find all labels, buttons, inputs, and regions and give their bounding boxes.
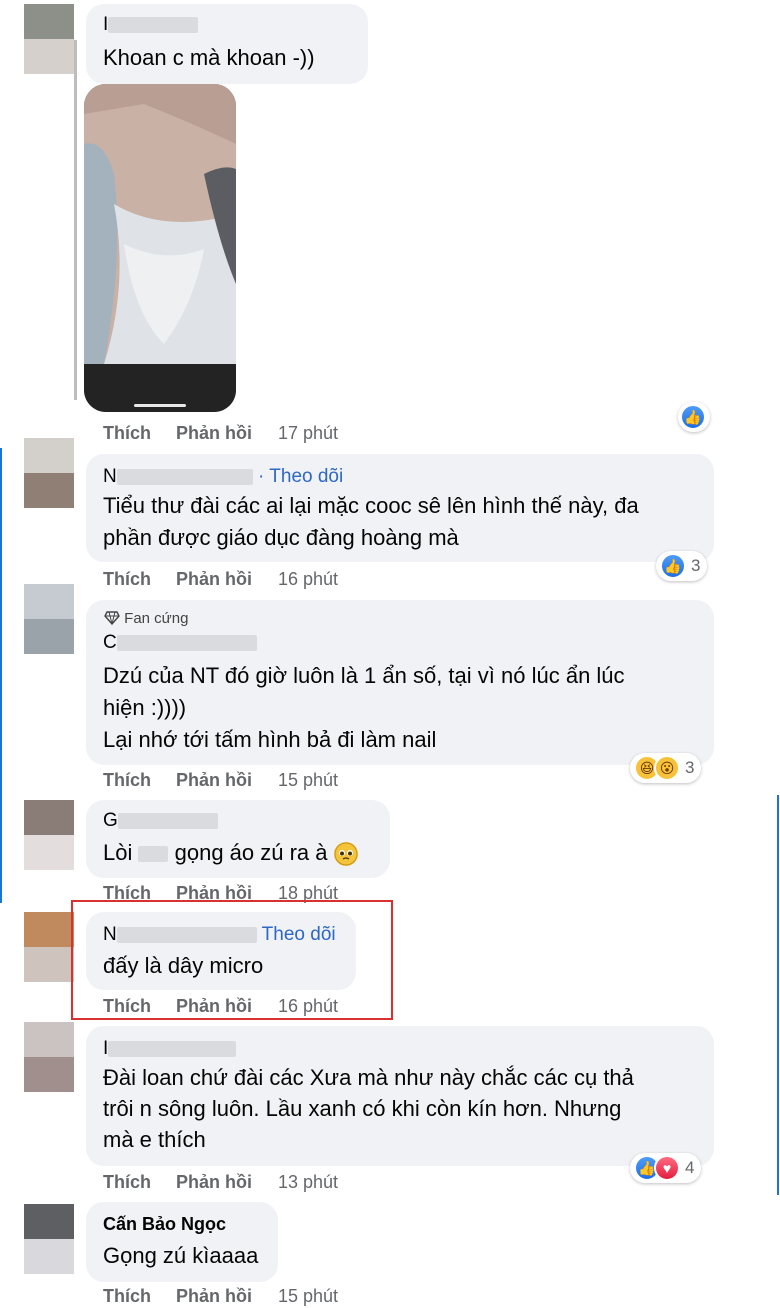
comment-text: Đài loan chứ đài các Xưa mà như này chắc… [103, 1065, 634, 1090]
comment-text: phần được giáo dục đàng hoàng mà [103, 525, 459, 550]
timestamp[interactable]: 17 phút [278, 423, 338, 444]
comment-text: Lòi gọng áo zú ra à [103, 837, 358, 869]
thumbs-up-icon: 👍 [680, 404, 706, 430]
surprised-face-icon: 😮 [654, 755, 680, 781]
comment-bubble: I Khoan c mà khoan -)) [86, 4, 368, 84]
reaction-count: 4 [685, 1158, 695, 1177]
reaction-summary[interactable]: 👍 3 [656, 551, 708, 581]
comment-text: mà e thích [103, 1127, 206, 1152]
comment-bubble: N · Theo dõi Tiểu thư đài các ai lại mặc… [86, 454, 714, 562]
redacted-name [116, 468, 253, 485]
comment-photo[interactable] [84, 84, 236, 412]
avatar[interactable] [24, 1204, 74, 1274]
redacted-name [116, 634, 257, 651]
avatar[interactable] [24, 1022, 74, 1092]
reply-link[interactable]: Phản hồi [176, 1172, 278, 1193]
avatar[interactable] [24, 4, 74, 74]
reaction-summary[interactable]: 👍 [678, 402, 710, 432]
like-link[interactable]: Thích [103, 1286, 176, 1307]
comment-text: Tiểu thư đài các ai lại mặc cooc sê lên … [103, 493, 639, 518]
reply-link[interactable]: Phản hồi [176, 1286, 278, 1307]
fan-badge: Fan cứng [104, 610, 188, 627]
comment-text: Gọng zú kìaaaa [103, 1243, 259, 1268]
comment-text: Lại nhớ tới tấm hình bả đi làm nail [103, 727, 437, 752]
redacted-name [108, 16, 199, 33]
reply-link[interactable]: Phản hồi [176, 423, 278, 444]
author-name[interactable]: G [103, 810, 218, 832]
reaction-summary[interactable]: 👍 ♥ 4 [630, 1153, 702, 1183]
heart-icon: ♥ [654, 1155, 680, 1181]
like-link[interactable]: Thích [103, 569, 176, 590]
author-name[interactable]: I [103, 14, 199, 36]
avatar[interactable] [24, 584, 74, 654]
like-link[interactable]: Thích [103, 770, 176, 791]
avatar[interactable] [24, 800, 74, 870]
reply-link[interactable]: Phản hồi [176, 569, 278, 590]
comment-bubble: Fan cứng C Dzú của NT đó giờ luôn là 1 ẩ… [86, 600, 714, 765]
like-link[interactable]: Thích [103, 1172, 176, 1193]
comment-actions: Thích Phản hồi 16 phút [103, 569, 338, 590]
photo-image [84, 84, 236, 412]
comment-actions: Thích Phản hồi 15 phút [103, 770, 338, 791]
highlight-box [71, 900, 393, 1020]
author-name[interactable]: Cấn Bảo Ngọc [103, 1214, 226, 1235]
timestamp[interactable]: 15 phút [278, 770, 338, 791]
left-accent-line [0, 448, 2, 903]
avatar[interactable] [24, 438, 74, 508]
timestamp[interactable]: 15 phút [278, 1286, 338, 1307]
comment-text: Dzú của NT đó giờ luôn là 1 ẩn số, tại v… [103, 663, 625, 688]
like-link[interactable]: Thích [103, 423, 176, 444]
reply-link[interactable]: Phản hồi [176, 770, 278, 791]
redacted-name [117, 812, 218, 829]
redacted-name [108, 1040, 237, 1057]
comment-bubble: Cấn Bảo Ngọc Gọng zú kìaaaa [86, 1202, 278, 1282]
diamond-icon [104, 611, 120, 626]
comment-bubble: G Lòi gọng áo zú ra à [86, 800, 390, 878]
right-accent-line [777, 795, 779, 1195]
reaction-count: 3 [685, 758, 695, 777]
comment-actions: Thích Phản hồi 17 phút [103, 423, 338, 444]
comment-text: Khoan c mà khoan -)) [103, 45, 315, 70]
comment-actions: Thích Phản hồi 13 phút [103, 1172, 338, 1193]
comment-text: trôi n sông luôn. Lầu xanh có khi còn kí… [103, 1096, 622, 1121]
avatar[interactable] [24, 912, 74, 982]
follow-link[interactable]: · Theo dõi [258, 466, 343, 487]
author-name[interactable]: C [103, 632, 257, 654]
thumbs-up-icon: 👍 [660, 553, 686, 579]
pleading-face-icon [333, 842, 358, 867]
reaction-count: 3 [691, 556, 701, 575]
redacted-word [138, 846, 169, 863]
author-name[interactable]: I [103, 1038, 237, 1060]
comment-bubble: I Đài loan chứ đài các Xưa mà như này ch… [86, 1026, 714, 1166]
timestamp[interactable]: 16 phút [278, 569, 338, 590]
timestamp[interactable]: 13 phút [278, 1172, 338, 1193]
thread-line [74, 40, 77, 400]
reaction-summary[interactable]: 😆 😮 3 [630, 753, 702, 783]
comment-text: hiện :)))) [103, 695, 187, 720]
author-name[interactable]: N · Theo dõi [103, 466, 343, 488]
comment-actions: Thích Phản hồi 15 phút [103, 1286, 338, 1307]
